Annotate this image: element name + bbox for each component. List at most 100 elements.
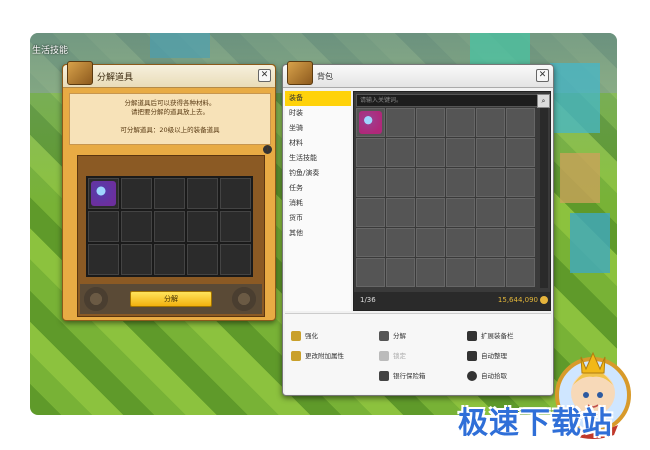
close-icon[interactable]: ✕ bbox=[536, 69, 549, 82]
bag-slot[interactable] bbox=[356, 198, 385, 227]
bag-slot[interactable] bbox=[416, 138, 445, 167]
lock-button[interactable]: 锁定 bbox=[379, 350, 406, 362]
bag-titlebar[interactable]: 背包 ✕ bbox=[283, 61, 553, 88]
bag-slot[interactable] bbox=[386, 138, 415, 167]
disassemble-action-button[interactable]: 分解 bbox=[379, 330, 406, 342]
attribute-icon bbox=[291, 351, 301, 361]
category-mount[interactable]: 坐骑 bbox=[285, 121, 351, 136]
bag-slot[interactable] bbox=[356, 108, 385, 137]
bag-item-area: 请输入关键词。 ⌕ 1/36 15,644,090 bbox=[353, 91, 551, 311]
life-skill-label[interactable]: 生活技能 bbox=[32, 43, 68, 56]
bag-slot[interactable] bbox=[476, 168, 505, 197]
category-quest[interactable]: 任务 bbox=[285, 181, 351, 196]
category-currency[interactable]: 货币 bbox=[285, 211, 351, 226]
bag-slot[interactable] bbox=[446, 108, 475, 137]
bag-slot[interactable] bbox=[506, 138, 535, 167]
bag-slot[interactable] bbox=[446, 198, 475, 227]
bag-slot[interactable] bbox=[386, 168, 415, 197]
bag-slot[interactable] bbox=[446, 168, 475, 197]
disassemble-slot[interactable] bbox=[187, 178, 218, 209]
category-other[interactable]: 其他 bbox=[285, 226, 351, 241]
bag-slot[interactable] bbox=[356, 138, 385, 167]
bag-slot[interactable] bbox=[476, 198, 505, 227]
auto-sort-button[interactable]: 自动整理 bbox=[467, 350, 507, 362]
expand-slots-button[interactable]: 扩展装备栏 bbox=[467, 330, 514, 342]
category-fishing-music[interactable]: 钓鱼/演奏 bbox=[285, 166, 351, 181]
auto-pickup-button[interactable]: 自动拾取 bbox=[467, 370, 507, 382]
bag-slot[interactable] bbox=[506, 258, 535, 287]
disassemble-desc-line2: 请把要分解的道具放上去。 bbox=[131, 108, 209, 116]
disassemble-slot[interactable] bbox=[154, 211, 185, 242]
disassemble-slot[interactable] bbox=[220, 244, 251, 275]
disassemble-icon bbox=[379, 331, 389, 341]
bag-footer: 1/36 15,644,090 bbox=[354, 292, 550, 310]
magnifier-item-icon[interactable] bbox=[359, 111, 382, 134]
disassemble-slot[interactable] bbox=[88, 244, 119, 275]
bag-slot[interactable] bbox=[416, 168, 445, 197]
auto-pickup-label: 自动拾取 bbox=[481, 372, 507, 380]
watermark-text: 极速下载站 bbox=[458, 406, 613, 441]
enhance-icon bbox=[291, 331, 301, 341]
bag-slot[interactable] bbox=[476, 108, 505, 137]
bag-slot[interactable] bbox=[386, 108, 415, 137]
bag-slot[interactable] bbox=[416, 258, 445, 287]
bag-slot[interactable] bbox=[476, 228, 505, 257]
lock-label: 锁定 bbox=[393, 352, 406, 360]
category-material[interactable]: 材料 bbox=[285, 136, 351, 151]
bag-slot[interactable] bbox=[506, 198, 535, 227]
bag-slot[interactable] bbox=[356, 258, 385, 287]
disassemble-workbench: 分解 bbox=[77, 155, 265, 317]
bag-slot[interactable] bbox=[506, 108, 535, 137]
enhance-button[interactable]: 强化 bbox=[291, 330, 318, 342]
disassemble-slot[interactable] bbox=[187, 244, 218, 275]
bag-slot[interactable] bbox=[476, 138, 505, 167]
disassemble-desc-line1: 分解道具后可以获得各种材料。 bbox=[124, 99, 216, 107]
bag-slot[interactable] bbox=[416, 198, 445, 227]
disassemble-slot[interactable] bbox=[220, 178, 251, 209]
disassemble-slot[interactable] bbox=[154, 178, 185, 209]
category-equipment[interactable]: 装备 bbox=[285, 91, 351, 106]
magnifier-item-icon[interactable] bbox=[91, 181, 116, 206]
bag-slot[interactable] bbox=[356, 168, 385, 197]
bank-icon bbox=[379, 371, 389, 381]
disassemble-slot[interactable] bbox=[88, 211, 119, 242]
bag-slot[interactable] bbox=[506, 168, 535, 197]
bag-slot[interactable] bbox=[386, 228, 415, 257]
bank-button[interactable]: 银行保险箱 bbox=[379, 370, 426, 382]
bag-slot[interactable] bbox=[446, 258, 475, 287]
disassemble-slot[interactable] bbox=[121, 211, 152, 242]
bag-slot[interactable] bbox=[446, 228, 475, 257]
bank-label: 银行保险箱 bbox=[393, 372, 426, 380]
search-icon[interactable]: ⌕ bbox=[537, 94, 550, 108]
disassemble-slot[interactable] bbox=[154, 244, 185, 275]
disassemble-requirement: 可分解道具：20级以上的装备道具 bbox=[120, 126, 220, 134]
coin-icon bbox=[540, 296, 548, 304]
category-consumable[interactable]: 消耗 bbox=[285, 196, 351, 211]
category-life-skill[interactable]: 生活技能 bbox=[285, 151, 351, 166]
gear-icon bbox=[230, 285, 258, 313]
disassemble-action-label: 分解 bbox=[393, 332, 406, 340]
bag-slot[interactable] bbox=[416, 108, 445, 137]
scene-cube bbox=[560, 153, 600, 203]
info-icon[interactable]: i bbox=[263, 145, 272, 154]
category-fashion[interactable]: 时装 bbox=[285, 106, 351, 121]
bag-scrollbar[interactable] bbox=[540, 108, 548, 288]
change-attribute-button[interactable]: 更改附加属性 bbox=[291, 350, 344, 362]
bag-slot[interactable] bbox=[506, 228, 535, 257]
bag-slot[interactable] bbox=[476, 258, 505, 287]
bag-slot[interactable] bbox=[386, 198, 415, 227]
disassemble-slot[interactable] bbox=[187, 211, 218, 242]
bag-slot[interactable] bbox=[416, 228, 445, 257]
disassemble-slot[interactable] bbox=[88, 178, 119, 209]
close-icon[interactable]: ✕ bbox=[258, 69, 271, 82]
disassemble-slot[interactable] bbox=[220, 211, 251, 242]
bag-slot[interactable] bbox=[446, 138, 475, 167]
disassemble-slot[interactable] bbox=[121, 244, 152, 275]
bag-slot[interactable] bbox=[386, 258, 415, 287]
disassemble-slot[interactable] bbox=[121, 178, 152, 209]
disassemble-button[interactable]: 分解 bbox=[130, 291, 212, 307]
search-input[interactable]: 请输入关键词。 bbox=[356, 94, 539, 107]
disassemble-titlebar[interactable]: 分解道具 ✕ bbox=[63, 61, 275, 88]
bag-slot[interactable] bbox=[356, 228, 385, 257]
bag-slot-grid bbox=[356, 108, 535, 287]
